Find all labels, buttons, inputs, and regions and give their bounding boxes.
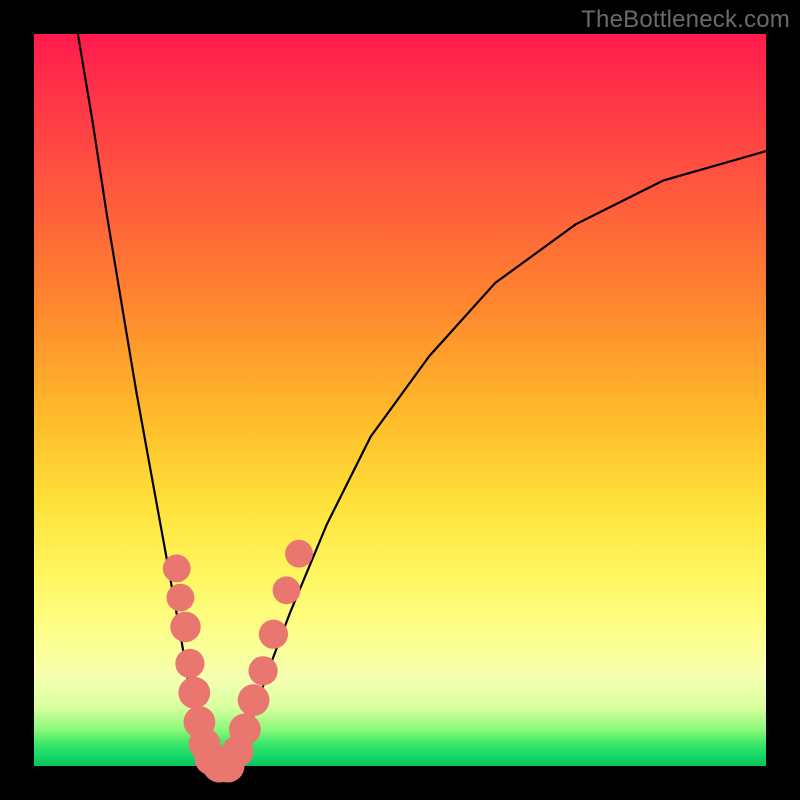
data-marker (249, 656, 278, 685)
curve-svg (34, 34, 766, 766)
watermark-text: TheBottleneck.com (581, 6, 790, 34)
plot-area (34, 34, 766, 766)
data-marker (163, 555, 191, 583)
data-marker (178, 677, 210, 709)
curve-right-branch (232, 151, 766, 766)
data-marker (238, 684, 270, 716)
outer-frame: TheBottleneck.com (0, 0, 800, 800)
data-marker (273, 576, 301, 604)
data-marker (170, 612, 200, 642)
data-marker (167, 584, 195, 612)
data-marker (229, 714, 261, 746)
marker-group (163, 540, 313, 783)
data-marker (175, 649, 204, 678)
data-marker (259, 620, 288, 649)
data-marker (285, 540, 313, 568)
